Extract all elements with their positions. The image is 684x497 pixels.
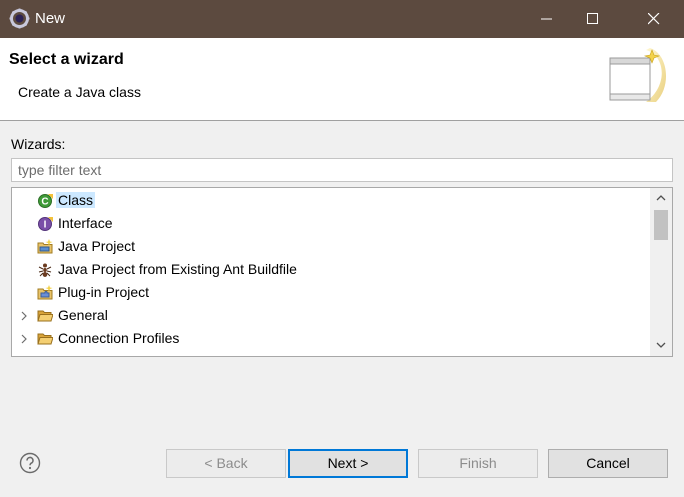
close-button[interactable] <box>631 0 677 38</box>
page-title: Select a wizard <box>9 51 124 68</box>
tree-scrollbar[interactable] <box>650 188 672 356</box>
chevron-right-icon[interactable] <box>19 311 29 321</box>
page-description: Create a Java class <box>18 84 141 100</box>
scroll-down-icon[interactable] <box>655 340 667 350</box>
help-icon[interactable] <box>19 452 41 474</box>
tree-item-ant-project[interactable]: Java Project from Existing Ant Buildfile <box>12 259 650 281</box>
minimize-button[interactable] <box>524 0 570 38</box>
tree-item-plugin-project[interactable]: Plug-in Project <box>12 282 650 304</box>
tree-item-java-project[interactable]: Java Project <box>12 236 650 258</box>
close-icon <box>648 13 660 25</box>
wizard-tree[interactable]: C Class I Interface Java Project Java Pr… <box>11 187 673 357</box>
tree-item-label: General <box>58 307 108 323</box>
folder-icon <box>37 310 53 322</box>
wizard-header: Select a wizard Create a Java class <box>0 38 684 121</box>
chevron-right-icon[interactable] <box>19 334 29 344</box>
finish-button[interactable]: Finish <box>418 449 538 478</box>
tree-item-label: Java Project <box>58 238 136 254</box>
ant-icon <box>38 263 52 277</box>
tree-item-label: Java Project from Existing Ant Buildfile <box>58 261 297 277</box>
scrollbar-thumb[interactable] <box>654 210 668 240</box>
maximize-icon <box>587 13 598 24</box>
eclipse-app-icon <box>9 8 30 29</box>
tree-item-label: Connection Profiles <box>58 330 180 346</box>
java-project-icon <box>37 239 53 254</box>
filter-input[interactable] <box>11 158 673 182</box>
tree-item-label: Interface <box>58 215 113 231</box>
tree-item-interface[interactable]: I Interface <box>12 213 650 235</box>
tree-item-general[interactable]: General <box>12 305 650 327</box>
window-title: New <box>35 10 66 27</box>
tree-item-class[interactable]: C Class <box>12 190 650 212</box>
new-wizard-banner-icon <box>609 48 667 102</box>
scroll-up-icon[interactable] <box>655 193 667 203</box>
maximize-button[interactable] <box>570 0 616 38</box>
svg-text:I: I <box>44 220 47 231</box>
tree-item-label: Class <box>56 192 96 208</box>
folder-icon <box>37 333 53 345</box>
java-interface-icon: I <box>38 217 53 231</box>
wizards-label: Wizards: <box>11 136 66 152</box>
minimize-icon <box>541 18 552 20</box>
tree-item-label: Plug-in Project <box>58 284 150 300</box>
title-bar: New <box>0 0 684 38</box>
java-class-icon: C <box>38 194 53 208</box>
tree-item-connection-profiles[interactable]: Connection Profiles <box>12 328 650 350</box>
svg-text:C: C <box>41 197 48 208</box>
plugin-project-icon <box>37 285 53 300</box>
next-button[interactable]: Next > <box>288 449 408 478</box>
cancel-button[interactable]: Cancel <box>548 449 668 478</box>
back-button[interactable]: < Back <box>166 449 286 478</box>
